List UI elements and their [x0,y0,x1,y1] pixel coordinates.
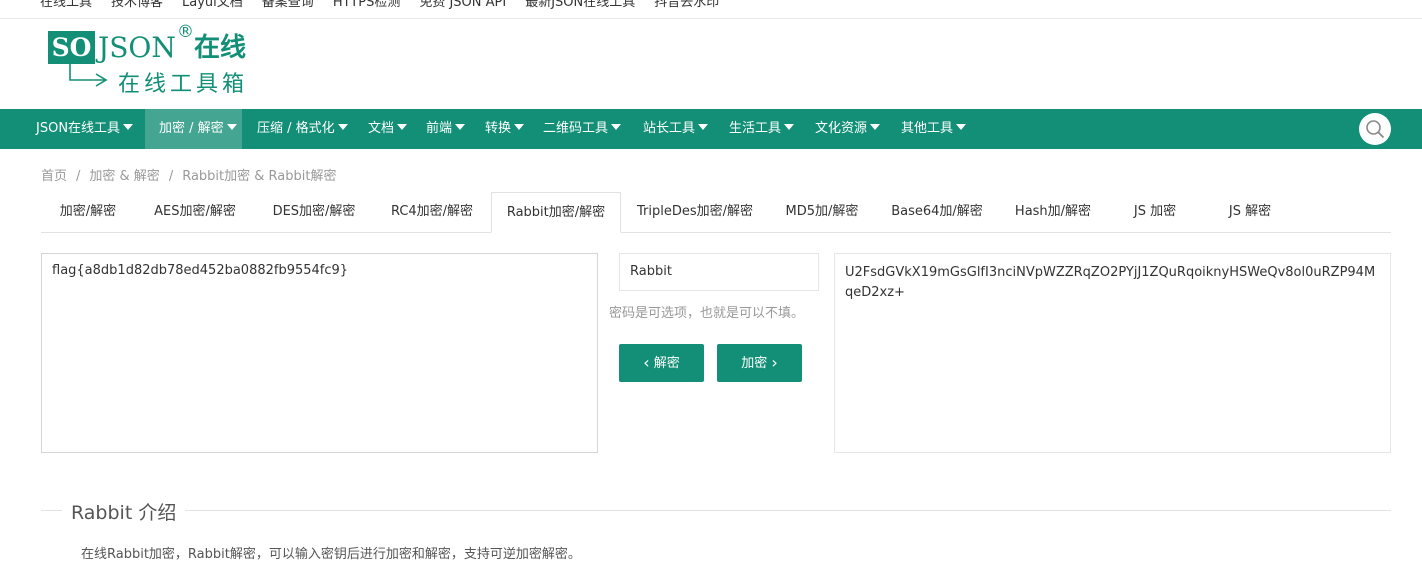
nav-label: 前端 [426,121,453,136]
tab-rabbit[interactable]: Rabbit加密/解密 [491,192,621,233]
nav-label: 压缩 / 格式化 [257,121,335,136]
encrypt-button[interactable]: 加密 › [717,344,802,382]
tab-js-decrypt[interactable]: JS 解密 [1203,192,1297,233]
breadcrumb: 首页 / 加密 & 解密 / Rabbit加密 & Rabbit解密 [41,165,336,184]
nav-label: 其他工具 [901,121,954,136]
caret-down-icon [226,124,237,130]
decrypt-label: 解密 [653,356,680,371]
nav-label: 生活工具 [729,121,782,136]
caret-down-icon [784,124,795,130]
caret-down-icon [514,124,525,130]
top-links: 在线工具 技术博客 Layui文档 备案查询 HTTPS检测 免费 JSON A… [40,0,738,11]
nav-item-docs[interactable]: 文档 [368,109,408,149]
nav-item-convert[interactable]: 转换 [485,109,525,149]
tab-des[interactable]: DES加密/解密 [255,192,373,233]
encrypt-label: 加密 [741,356,768,371]
nav-item-life[interactable]: 生活工具 [729,109,795,149]
ciphertext-value: U2FsdGVkX19mGsGlfI3nciNVpWZZRqZO2PYjJ1ZQ… [845,265,1376,300]
decrypt-button[interactable]: ‹ 解密 [619,344,704,382]
tab-md5[interactable]: MD5加/解密 [769,192,875,233]
logo-so: SO [48,31,95,64]
breadcrumb-home[interactable]: 首页 [41,169,67,184]
plaintext-value: flag{a8db1d82db78ed452ba0882fb9554fc9} [52,263,349,278]
logo-arrow-icon [69,64,108,87]
nav-label: 文化资源 [815,121,868,136]
search-icon [1366,120,1385,139]
main-nav: JSON在线工具 加密 / 解密 压缩 / 格式化 文档 前端 转换 二维码工具… [0,109,1422,149]
top-link-online-tools[interactable]: 在线工具 [40,0,92,11]
nav-item-compress-format[interactable]: 压缩 / 格式化 [257,109,348,149]
nav-label: 转换 [485,121,512,136]
caret-down-icon [956,124,967,130]
intro-divider-right [185,510,1391,511]
intro-title: Rabbit 介绍 [71,502,177,524]
tab-tripledes[interactable]: TripleDes加密/解密 [621,192,769,233]
caret-down-icon [337,124,348,130]
top-link-layui[interactable]: Layui文档 [182,0,243,11]
tab-aes[interactable]: AES加密/解密 [135,192,255,233]
caret-down-icon [397,124,408,130]
logo-tagline: 在线工具箱 [118,72,249,97]
logo-json: JSON [98,31,176,64]
top-divider [0,18,1422,19]
nav-label: JSON在线工具 [36,121,121,136]
breadcrumb-sep: / [76,169,81,184]
ciphertext-output[interactable]: U2FsdGVkX19mGsGlfI3nciNVpWZZRqZO2PYjJ1ZQ… [834,253,1391,453]
key-input[interactable]: Rabbit [619,253,819,291]
chevron-left-icon: ‹ [643,353,650,372]
search-button[interactable] [1359,113,1391,145]
intro-divider-left [41,510,62,511]
caret-down-icon [870,124,881,130]
breadcrumb-sep: / [168,169,174,184]
nav-item-frontend[interactable]: 前端 [426,109,466,149]
key-value: Rabbit [630,264,672,279]
logo-registered-mark: ® [177,22,194,42]
nav-item-encrypt-decrypt[interactable]: 加密 / 解密 [145,109,242,149]
caret-down-icon [698,124,709,130]
nav-label: 站长工具 [643,121,696,136]
nav-label: 加密 / 解密 [159,121,224,136]
breadcrumb-current: Rabbit加密 & Rabbit解密 [182,169,337,184]
top-link-icp[interactable]: 备案查询 [262,0,314,11]
logo-zaixian: 在线 [194,33,247,63]
nav-item-webmaster[interactable]: 站长工具 [643,109,709,149]
plaintext-input[interactable]: flag{a8db1d82db78ed452ba0882fb9554fc9} [41,253,598,453]
intro-text: 在线Rabbit加密，Rabbit解密，可以输入密钥后进行加密和解密，支持可逆加… [81,547,581,562]
site-logo[interactable]: SO JSON ® 在线 在线工具箱 [48,22,268,100]
nav-label: 文档 [368,121,395,136]
nav-label: 二维码工具 [543,121,609,136]
tab-hash[interactable]: Hash加/解密 [999,192,1107,233]
tab-base64[interactable]: Base64加/解密 [875,192,999,233]
tab-rc4[interactable]: RC4加密/解密 [373,192,491,233]
top-link-json-api[interactable]: 免费 JSON API [419,0,506,11]
nav-item-culture[interactable]: 文化资源 [815,109,881,149]
nav-item-json-tools[interactable]: JSON在线工具 [36,109,134,149]
chevron-right-icon: › [771,353,778,372]
tool-tabs: 加密/解密 AES加密/解密 DES加密/解密 RC4加密/解密 Rabbit加… [41,192,1391,233]
key-hint: 密码是可选项，也就是可以不填。 [609,306,805,321]
tab-encrypt-decrypt[interactable]: 加密/解密 [41,192,135,233]
tab-js-encrypt[interactable]: JS 加密 [1107,192,1203,233]
caret-down-icon [123,124,134,130]
caret-down-icon [455,124,466,130]
nav-item-qrcode[interactable]: 二维码工具 [543,109,622,149]
nav-item-other[interactable]: 其他工具 [901,109,967,149]
top-link-https[interactable]: HTTPS检测 [333,0,401,11]
top-link-douyin[interactable]: 抖音去水印 [654,0,719,11]
breadcrumb-encrypt[interactable]: 加密 & 解密 [89,169,159,184]
caret-down-icon [611,124,622,130]
top-link-blog[interactable]: 技术博客 [111,0,163,11]
top-link-latest-json[interactable]: 最新JSON在线工具 [525,0,635,11]
